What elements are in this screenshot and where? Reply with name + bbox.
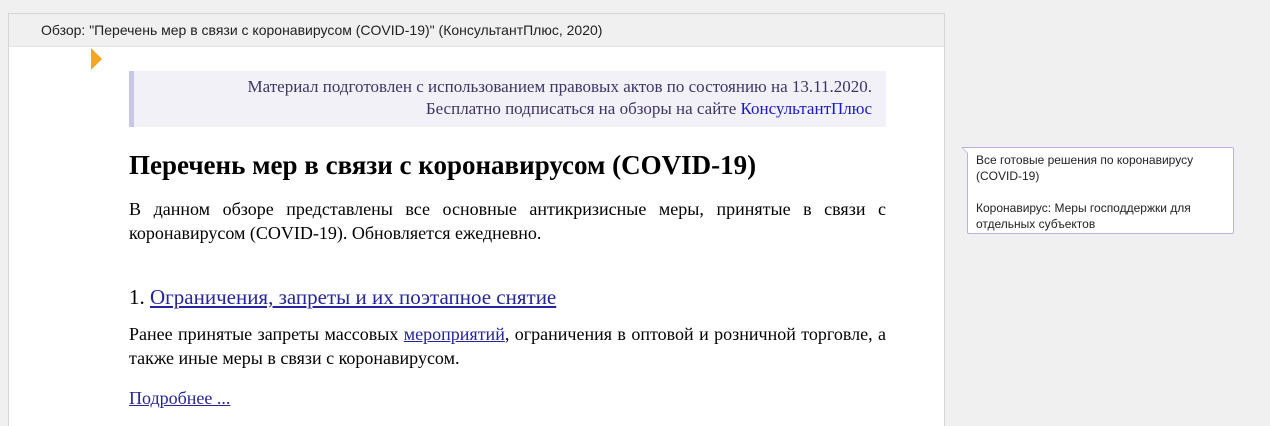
notice-line-date: Материал подготовлен с использованием пр…: [247, 77, 872, 96]
notice-box: Материал подготовлен с использованием пр…: [129, 71, 886, 127]
document-panel: Обзор: "Перечень мер в связи с коронавир…: [8, 13, 945, 426]
notice-line-subscribe: Бесплатно подписаться на обзоры на сайте…: [134, 98, 872, 120]
document-header-title: Обзор: "Перечень мер в связи с коронавир…: [9, 14, 944, 47]
section-heading: 1. Ограничения, запреты и их поэтапное с…: [129, 283, 556, 311]
events-link[interactable]: мероприятий: [404, 324, 505, 344]
consultantplus-link[interactable]: КонсультантПлюс: [741, 99, 872, 118]
related-materials-box: Все готовые решения по коронавирусу (COV…: [961, 147, 1234, 234]
section-restrictions-link[interactable]: Ограничения, запреты и их поэтапное снят…: [150, 285, 556, 309]
document-intro: В данном обзоре представлены все основны…: [129, 199, 886, 243]
notice-subscribe-text: Бесплатно подписаться на обзоры на сайте: [425, 99, 741, 118]
side-link-covid-solutions[interactable]: Все готовые решения по коронавирусу (COV…: [976, 152, 1225, 184]
read-more-link[interactable]: Подробнее ...: [129, 386, 230, 410]
side-link-state-support[interactable]: Коронавирус: Меры господдержки для отдел…: [976, 200, 1225, 232]
document-title: Перечень мер в связи с коронавирусом (CO…: [129, 150, 757, 180]
section-number: 1.: [129, 285, 150, 309]
section-text-prefix: Ранее принятые запреты массовых: [129, 324, 404, 344]
section-description: Ранее принятые запреты массовых мероприя…: [129, 322, 886, 370]
bookmark-marker-icon[interactable]: [91, 48, 102, 70]
